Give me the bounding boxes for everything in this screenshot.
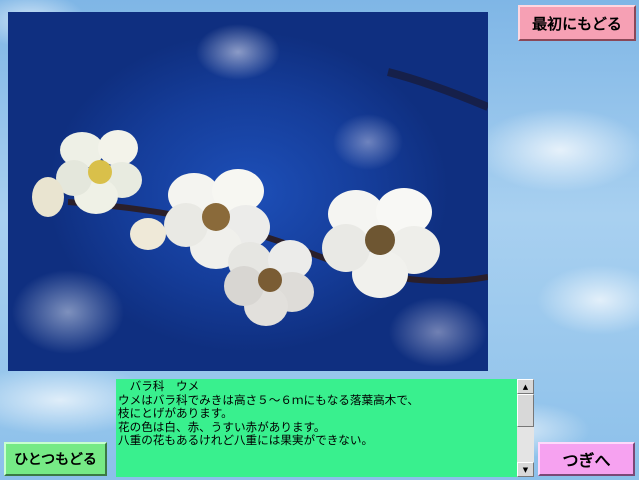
scrollbar-thumb[interactable] [517,394,534,427]
description-scrollbar[interactable]: ▲ ▼ [517,379,534,477]
plum-blossom-photo [8,12,488,371]
description-line: バラ科 ウメ [118,379,200,393]
description-text-panel: バラ科 ウメ ウメはバラ科でみきは高さ５～６ｍにもなる落葉高木で、 枝にとげがあ… [116,379,517,477]
description-line: 枝にとげがあります。 [118,406,233,421]
plum-blossom-illustration [32,68,488,326]
description-line: 花の色は白、赤、うすい赤があります。 [118,419,326,434]
back-button[interactable]: ひとつもどる [4,442,107,476]
scroll-up-arrow-icon[interactable]: ▲ [517,379,534,394]
description-line: 八重の花もあるけれど八重には果実ができない。 [118,433,374,448]
start-over-button[interactable]: 最初にもどる [518,5,636,41]
next-button[interactable]: つぎへ [538,442,635,476]
scroll-down-arrow-icon[interactable]: ▼ [517,462,534,477]
description-line: ウメはバラ科でみきは高さ５～６ｍにもなる落葉高木で、 [118,392,419,407]
